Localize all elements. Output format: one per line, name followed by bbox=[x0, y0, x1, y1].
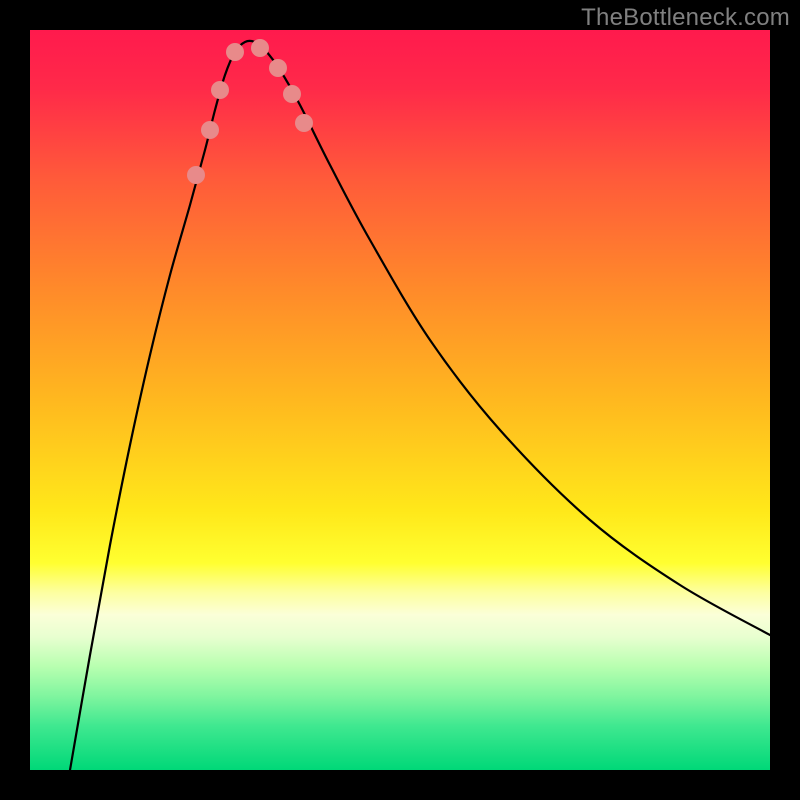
watermark-text: TheBottleneck.com bbox=[581, 4, 790, 32]
plot-area bbox=[30, 30, 770, 770]
curve-marker bbox=[187, 166, 205, 184]
curve-marker bbox=[295, 114, 313, 132]
chart-outer-frame: TheBottleneck.com bbox=[0, 0, 800, 800]
bottleneck-chart bbox=[30, 30, 770, 770]
curve-marker bbox=[269, 59, 287, 77]
curve-marker bbox=[226, 43, 244, 61]
curve-marker bbox=[211, 81, 229, 99]
curve-marker bbox=[283, 85, 301, 103]
curve-marker bbox=[201, 121, 219, 139]
gradient-background bbox=[30, 30, 770, 770]
curve-marker bbox=[251, 39, 269, 57]
